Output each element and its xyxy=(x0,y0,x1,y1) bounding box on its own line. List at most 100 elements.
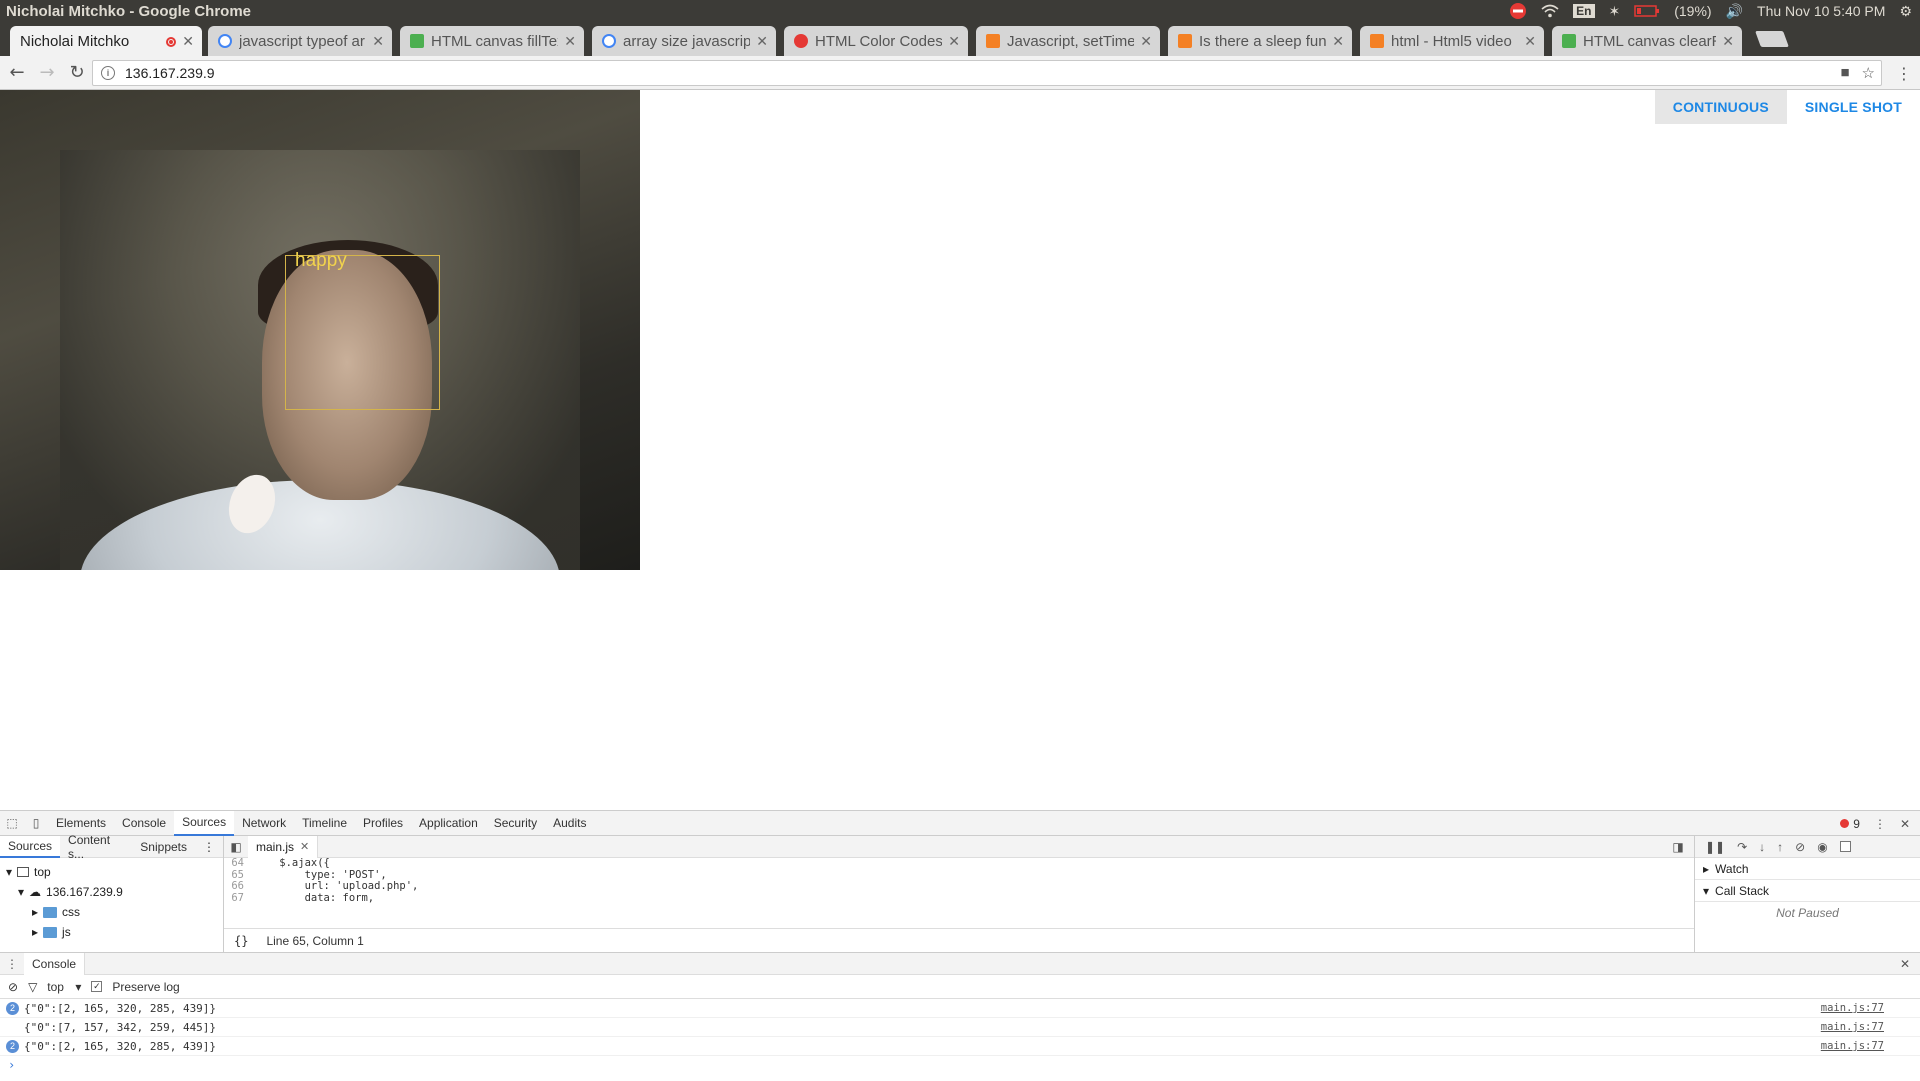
tab-7[interactable]: html - Html5 video ✕ xyxy=(1360,26,1544,56)
devtools-tab-application[interactable]: Application xyxy=(411,811,486,836)
tab-0[interactable]: Nicholai Mitchko ✕ xyxy=(10,26,202,57)
error-counter[interactable]: 9 xyxy=(1840,817,1860,831)
navigator-tab-snippets[interactable]: Snippets xyxy=(132,836,195,858)
log-message: {"0":[2, 165, 320, 285, 439]} xyxy=(24,1039,217,1053)
code-text: data: form, xyxy=(254,891,375,904)
code-lines[interactable]: 64 $.ajax({ 65 type: 'POST', 66 url: 'up… xyxy=(224,858,1694,904)
new-tab-button[interactable] xyxy=(1755,31,1789,47)
tab-close-icon[interactable]: ✕ xyxy=(372,33,384,50)
tab-close-icon[interactable]: ✕ xyxy=(948,33,960,50)
address-bar[interactable]: i 136.167.239.9 ■ ☆ xyxy=(92,60,1882,86)
devtools-close-icon[interactable]: ✕ xyxy=(1900,817,1910,831)
tab-8[interactable]: HTML canvas clearR ✕ xyxy=(1552,26,1742,56)
tree-label: js xyxy=(62,925,71,939)
drawer-menu-icon[interactable]: ⋮ xyxy=(0,953,24,975)
step-over-icon[interactable]: ↷ xyxy=(1737,840,1747,854)
filter-icon[interactable]: ▽ xyxy=(28,980,37,994)
tree-item-js[interactable]: ▸ js xyxy=(6,922,223,942)
pretty-print-icon[interactable]: {} xyxy=(234,934,248,948)
devtools-tab-network[interactable]: Network xyxy=(234,811,294,836)
info-icon[interactable]: i xyxy=(101,66,115,80)
bookmark-star-icon[interactable]: ☆ xyxy=(1862,64,1875,82)
navigator-tab-content-scripts[interactable]: Content s... xyxy=(60,833,132,861)
webcam-video: happy xyxy=(0,90,640,570)
tab-3[interactable]: array size javascrip ✕ xyxy=(592,26,776,56)
no-entry-icon[interactable] xyxy=(1509,2,1527,20)
bluetooth-icon[interactable]: ✶ xyxy=(1609,3,1621,20)
drawer-close-icon[interactable]: ✕ xyxy=(1900,957,1910,971)
log-source-link[interactable]: main.js:77 xyxy=(1821,1040,1884,1052)
toggle-debugger-icon[interactable]: ◨ xyxy=(1666,836,1690,858)
editor-tabs: ◧ main.js ✕ ◨ xyxy=(224,835,1694,858)
chrome-menu-icon[interactable]: ⋮ xyxy=(1896,64,1912,83)
navigator-menu-icon[interactable]: ⋮ xyxy=(195,836,223,858)
tree-item-css[interactable]: ▸ css xyxy=(6,902,223,922)
code-line: 67 data: form, xyxy=(224,891,1694,905)
tab-close-icon[interactable]: ✕ xyxy=(1332,33,1344,50)
single-shot-button[interactable]: SINGLE SHOT xyxy=(1787,90,1920,124)
console-prompt[interactable]: › xyxy=(0,1056,1920,1074)
section-title: Watch xyxy=(1715,861,1749,876)
camera-icon[interactable]: ■ xyxy=(1840,64,1849,82)
tab-close-icon[interactable]: ✕ xyxy=(1524,33,1536,50)
devtools-menu-icon[interactable]: ⋮ xyxy=(1874,817,1886,831)
tree-label: 136.167.239.9 xyxy=(46,885,123,899)
tab-1[interactable]: javascript typeof ar ✕ xyxy=(208,26,392,56)
forward-button[interactable]: → xyxy=(34,60,60,86)
debugger-toolbar: ❚❚ ↷ ↓ ↑ ⊘ ◉ xyxy=(1695,836,1920,858)
volume-icon[interactable]: 🔊 xyxy=(1726,3,1743,20)
pause-on-exceptions-icon[interactable]: ◉ xyxy=(1817,840,1827,854)
devtools-tab-timeline[interactable]: Timeline xyxy=(294,811,355,836)
tab-6[interactable]: Is there a sleep func ✕ xyxy=(1168,26,1352,56)
settings-gear-icon[interactable]: ⚙ xyxy=(1899,3,1912,20)
wifi-icon[interactable] xyxy=(1541,4,1559,18)
log-source-link[interactable]: main.js:77 xyxy=(1821,1002,1884,1014)
devtools-tab-profiles[interactable]: Profiles xyxy=(355,811,411,836)
console-log-row: 2 {"0":[2, 165, 320, 285, 439]} main.js:… xyxy=(0,1037,1920,1056)
mode-buttons: CONTINUOUS SINGLE SHOT xyxy=(1654,90,1920,124)
tab-close-icon[interactable]: ✕ xyxy=(756,33,768,50)
tab-close-icon[interactable]: ✕ xyxy=(182,33,194,50)
navigator-tab-sources[interactable]: Sources xyxy=(0,835,61,858)
log-message: {"0":[7, 157, 342, 259, 445]} xyxy=(24,1020,217,1034)
tab-2[interactable]: HTML canvas fillTex ✕ xyxy=(400,26,584,56)
clock[interactable]: Thu Nov 10 5:40 PM xyxy=(1757,3,1885,19)
tree-item-host[interactable]: ▾ ☁ 136.167.239.9 xyxy=(6,882,223,902)
tab-strip: Nicholai Mitchko ✕ javascript typeof ar … xyxy=(0,22,1920,57)
battery-icon[interactable] xyxy=(1634,5,1660,17)
log-source-link[interactable]: main.js:77 xyxy=(1821,1021,1884,1033)
os-top-panel: Nicholai Mitchko - Google Chrome En ✶ (1… xyxy=(0,0,1920,22)
back-button[interactable]: ← xyxy=(4,60,30,86)
tree-item-top[interactable]: ▾ top xyxy=(6,862,223,882)
tab-4[interactable]: HTML Color Codes ✕ xyxy=(784,26,968,56)
tab-close-icon[interactable]: ✕ xyxy=(1722,33,1734,50)
step-into-icon[interactable]: ↓ xyxy=(1759,840,1765,854)
continuous-button[interactable]: CONTINUOUS xyxy=(1654,90,1787,124)
device-toolbar-icon[interactable]: ▯ xyxy=(24,811,48,836)
editor-status-bar: {} Line 65, Column 1 xyxy=(224,928,1694,952)
devtools-tab-security[interactable]: Security xyxy=(486,811,545,836)
deactivate-breakpoints-icon[interactable]: ⊘ xyxy=(1795,840,1805,854)
toggle-navigator-icon[interactable]: ◧ xyxy=(224,836,248,858)
inspect-element-icon[interactable]: ⬚ xyxy=(0,811,24,836)
close-icon[interactable]: ✕ xyxy=(300,840,309,853)
watch-section[interactable]: ▸ Watch xyxy=(1695,858,1920,880)
tab-close-icon[interactable]: ✕ xyxy=(1140,33,1152,50)
preserve-log-checkbox[interactable]: ✓ xyxy=(91,981,103,992)
pause-icon[interactable]: ❚❚ xyxy=(1705,840,1725,854)
window-title: Nicholai Mitchko - Google Chrome xyxy=(6,2,252,20)
async-checkbox[interactable] xyxy=(1839,841,1851,852)
tab-close-icon[interactable]: ✕ xyxy=(564,33,576,50)
devtools-tab-audits[interactable]: Audits xyxy=(545,811,594,836)
drawer-tab-console[interactable]: Console xyxy=(24,952,86,975)
tab-5[interactable]: Javascript, setTime ✕ xyxy=(976,26,1160,56)
step-out-icon[interactable]: ↑ xyxy=(1777,840,1783,854)
keyboard-layout-indicator[interactable]: En xyxy=(1573,4,1595,18)
call-stack-section[interactable]: ▾ Call Stack xyxy=(1695,880,1920,902)
devtools-tab-sources[interactable]: Sources xyxy=(174,810,235,836)
reload-button[interactable]: ↻ xyxy=(64,60,90,86)
editor-tab-main-js[interactable]: main.js ✕ xyxy=(248,835,319,858)
stackoverflow-icon xyxy=(986,34,1000,48)
context-select[interactable]: top ▾ xyxy=(47,980,81,994)
clear-console-icon[interactable]: ⊘ xyxy=(8,980,18,994)
